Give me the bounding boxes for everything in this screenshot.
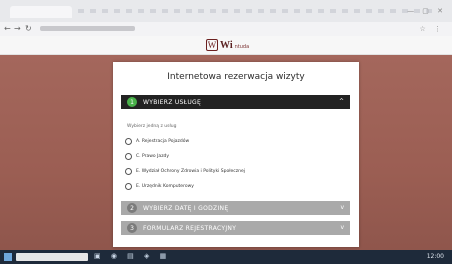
step-choose-date[interactable]: 2 WYBIERZ DATĘ I GODZINĘ v bbox=[121, 201, 350, 215]
clock: 12:00 bbox=[426, 253, 444, 260]
logo-mark: W bbox=[206, 39, 218, 51]
page-title: Internetowa rezerwacja wizyty bbox=[167, 72, 305, 82]
option-label: C. Prawo Jazdy bbox=[136, 153, 170, 159]
os-taskbar: ▣ ◉ ▤ ◈ ▦ 12:00 bbox=[0, 250, 452, 264]
step-number: 1 bbox=[127, 97, 137, 107]
radio-icon[interactable] bbox=[125, 137, 132, 145]
browser-tabbar: — ▢ ✕ bbox=[0, 0, 452, 22]
step-choose-service[interactable]: 1 WYBIERZ USŁUGĘ ^ bbox=[121, 95, 350, 109]
url-field[interactable] bbox=[40, 26, 135, 31]
reload-icon[interactable]: ↻ bbox=[25, 24, 32, 33]
forward-icon[interactable]: → bbox=[14, 24, 21, 33]
step-label: WYBIERZ DATĘ I GODZINĘ bbox=[143, 204, 229, 212]
option-label: E. Wydział Ochrony Zdrowia i Polityki Sp… bbox=[136, 168, 245, 174]
option-label: E. Urzędnik Komputerowy bbox=[136, 183, 194, 189]
tab-strip bbox=[78, 9, 438, 13]
step-number: 3 bbox=[127, 223, 137, 233]
radio-icon[interactable] bbox=[125, 152, 132, 160]
chevron-down-icon: v bbox=[340, 224, 344, 231]
chevron-down-icon: v bbox=[340, 204, 344, 211]
service-option[interactable]: A. Rejestracja Pojazdów bbox=[125, 137, 189, 145]
service-option[interactable]: E. Urzędnik Komputerowy bbox=[125, 182, 194, 190]
browser-tab[interactable] bbox=[10, 6, 72, 18]
step-label: FORMULARZ REJESTRACYJNY bbox=[143, 224, 237, 232]
back-icon[interactable]: ← bbox=[4, 24, 11, 33]
radio-icon[interactable] bbox=[125, 182, 132, 190]
step-registration-form[interactable]: 3 FORMULARZ REJESTRACYJNY v bbox=[121, 221, 350, 235]
section-label: Wybierz jedną z usług bbox=[127, 124, 177, 129]
browser-menu-icons[interactable]: ☆ ⋮ bbox=[419, 25, 444, 33]
logo-subtext: ntuda bbox=[234, 43, 250, 50]
start-icon[interactable] bbox=[4, 253, 12, 261]
address-bar: ← → ↻ ☆ ⋮ bbox=[0, 22, 452, 37]
option-label: A. Rejestracja Pojazdów bbox=[136, 138, 190, 144]
window-controls[interactable]: — ▢ ✕ bbox=[407, 7, 446, 15]
site-logo[interactable]: W Wi ntuda bbox=[206, 38, 249, 52]
taskbar-search[interactable] bbox=[16, 253, 88, 261]
chevron-up-icon: ^ bbox=[338, 98, 344, 105]
booking-card: Internetowa rezerwacja wizyty 1 WYBIERZ … bbox=[113, 62, 359, 247]
step-label: WYBIERZ USŁUGĘ bbox=[143, 98, 202, 106]
taskbar-app-icons[interactable]: ▣ ◉ ▤ ◈ ▦ bbox=[94, 252, 170, 260]
radio-icon[interactable] bbox=[125, 167, 132, 175]
logo-text: Wi bbox=[220, 39, 233, 51]
site-header: W Wi ntuda bbox=[0, 36, 452, 55]
service-option[interactable]: C. Prawo Jazdy bbox=[125, 152, 169, 160]
service-option[interactable]: E. Wydział Ochrony Zdrowia i Polityki Sp… bbox=[125, 167, 245, 175]
step-number: 2 bbox=[127, 203, 137, 213]
